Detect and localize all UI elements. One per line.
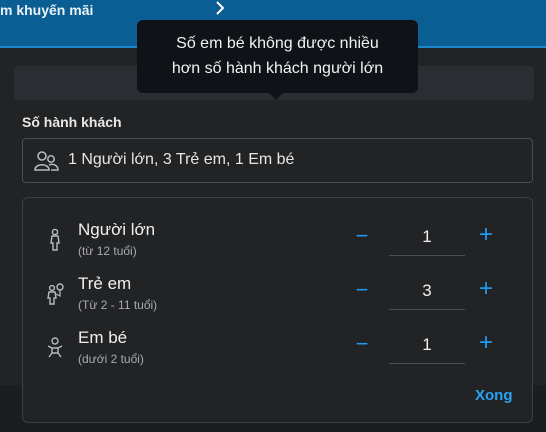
tooltip-line-2: hơn số hành khách người lớn	[171, 60, 384, 77]
people-icon	[34, 151, 59, 171]
child-title: Trẻ em	[78, 274, 132, 293]
adult-increment-button[interactable]: +	[475, 223, 497, 247]
row-adult: Người lớn (từ 12 tuổi) − 1 +	[23, 220, 532, 274]
adult-title: Người lớn	[78, 220, 156, 239]
passenger-summary-text: 1 Người lớn, 3 Trẻ em, 1 Em bé	[68, 151, 295, 168]
adult-icon	[50, 228, 60, 251]
child-quantity[interactable]: 3	[389, 274, 465, 310]
done-button[interactable]: Xong	[475, 387, 513, 404]
validation-tooltip: Số em bé không được nhiều hơn số hành kh…	[137, 20, 418, 93]
infant-title: Em bé	[78, 328, 128, 347]
tooltip-arrow	[268, 92, 284, 100]
adult-decrement-button[interactable]: −	[351, 225, 373, 247]
passenger-selector-screen: m khuyến mãi Số em bé không được nhiều h…	[0, 0, 546, 432]
tooltip-line-1: Số em bé không được nhiều	[176, 35, 379, 52]
row-child: Trẻ em (Từ 2 - 11 tuổi) − 3 +	[23, 274, 532, 328]
child-icon	[47, 283, 64, 305]
passenger-summary-field[interactable]: 1 Người lớn, 3 Trẻ em, 1 Em bé	[22, 138, 533, 183]
adult-quantity[interactable]: 1	[389, 220, 465, 256]
passenger-counter-panel: Người lớn (từ 12 tuổi) − 1 + Trẻ em (Từ …	[22, 197, 533, 423]
passengers-section-label: Số hành khách	[22, 114, 122, 130]
promo-label: m khuyến mãi	[0, 2, 94, 18]
infant-icon	[47, 337, 63, 358]
child-increment-button[interactable]: +	[475, 277, 497, 301]
child-age-range: (Từ 2 - 11 tuổi)	[78, 298, 158, 312]
infant-decrement-button[interactable]: −	[351, 333, 373, 355]
child-decrement-button[interactable]: −	[351, 279, 373, 301]
chevron-right-icon	[216, 1, 225, 15]
infant-quantity[interactable]: 1	[389, 328, 465, 364]
infant-age-range: (dưới 2 tuổi)	[78, 352, 144, 366]
row-infant: Em bé (dưới 2 tuổi) − 1 +	[23, 328, 532, 382]
adult-age-range: (từ 12 tuổi)	[78, 244, 137, 258]
infant-increment-button[interactable]: +	[475, 331, 497, 355]
